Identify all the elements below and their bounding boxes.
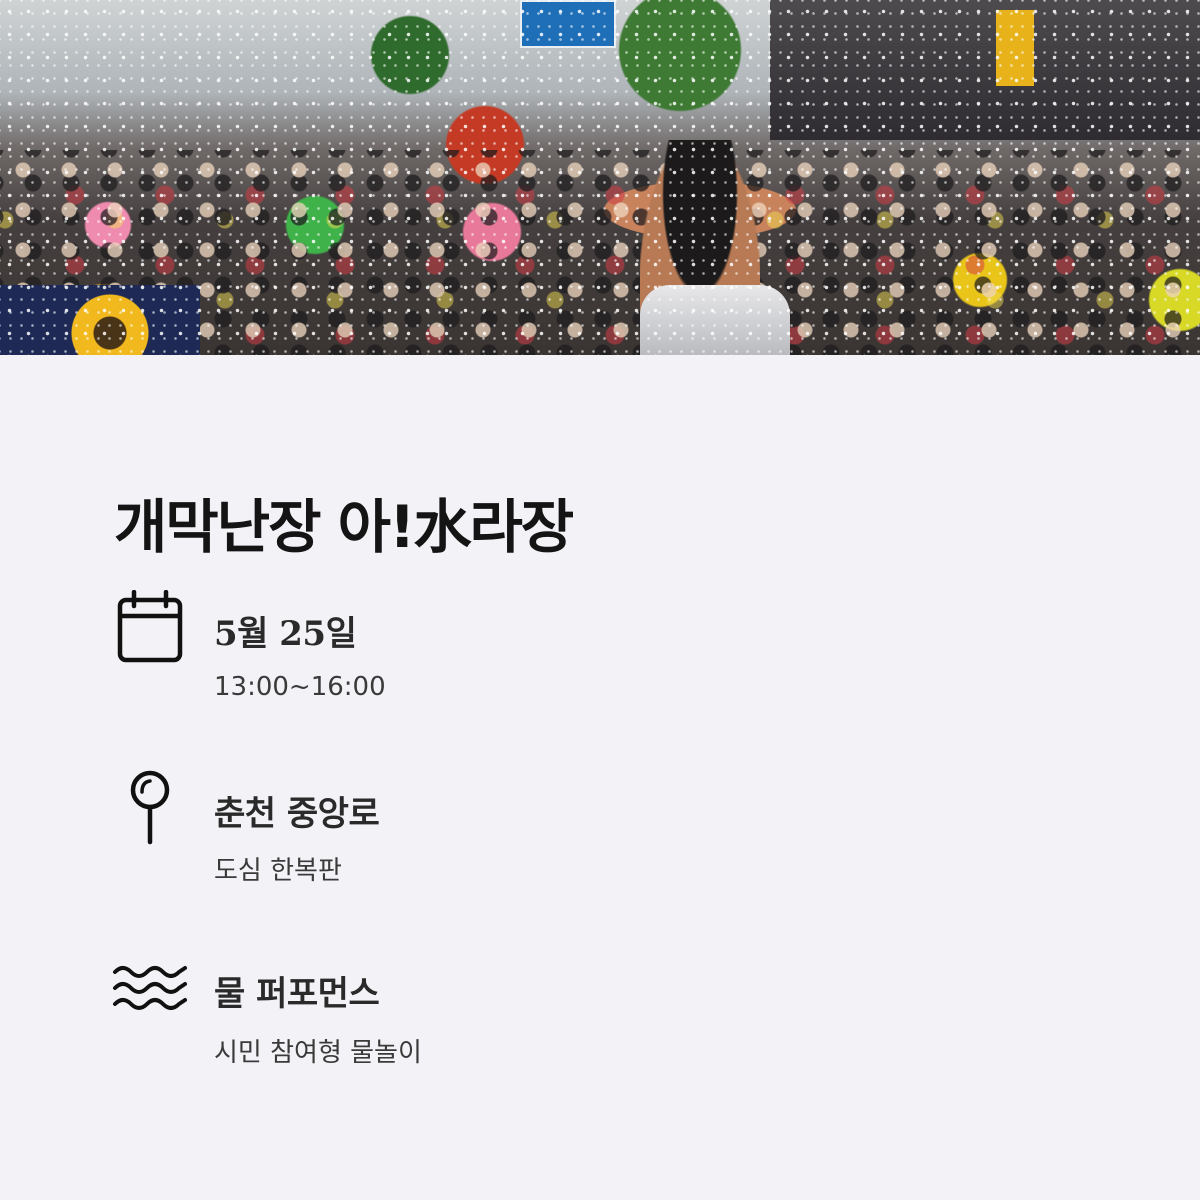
time-text: 13:00~16:00 [214, 672, 386, 702]
water-spray [0, 0, 1200, 355]
hero-photo [0, 0, 1200, 355]
performance-text: 시민 참여형 물놀이 [214, 1038, 422, 1068]
map-pin-icon [128, 770, 172, 850]
location-heading: 춘천 중앙로 [214, 794, 380, 834]
performance-heading: 물 퍼포먼스 [214, 974, 380, 1014]
date-heading: 5월 25일 [214, 614, 357, 654]
water-waves-icon [112, 962, 188, 1018]
location-text: 도심 한복판 [214, 856, 342, 886]
calendar-icon [116, 589, 184, 670]
page-title: 개막난장 아!水라장 [114, 493, 574, 561]
